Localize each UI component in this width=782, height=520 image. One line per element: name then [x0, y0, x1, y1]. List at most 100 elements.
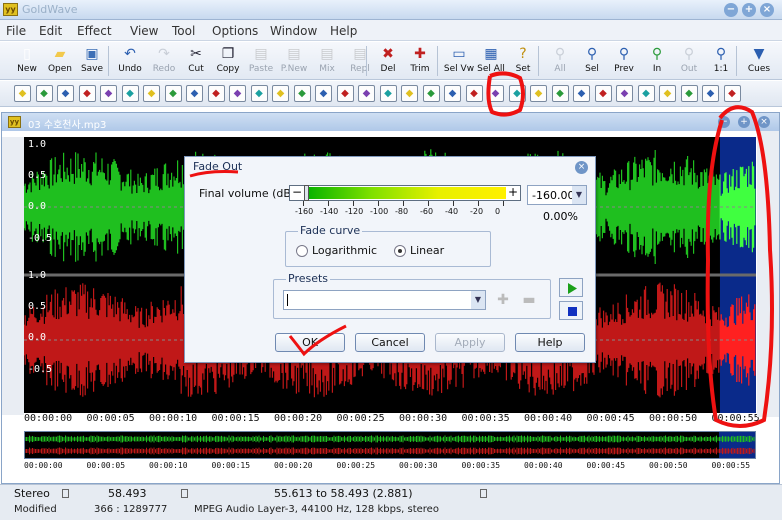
cut-toolbar-button[interactable]: ✂ Cut — [179, 44, 213, 78]
p-new-toolbar-button[interactable]: ▤ P.New — [277, 44, 311, 78]
cancel-button[interactable]: Cancel — [355, 333, 425, 352]
open-toolbar-button[interactable]: ▰ Open — [43, 44, 77, 78]
trim-toolbar-button[interactable]: ✚ Trim — [403, 44, 437, 78]
overview-axis-label: 00:00:45 — [586, 461, 626, 470]
time-axis-label: 00:00:00 — [24, 413, 73, 424]
volume-slider-thumb[interactable] — [304, 185, 309, 201]
doc-maximize-button[interactable]: + — [738, 116, 750, 128]
close-button[interactable]: × — [760, 3, 774, 17]
overview-waveform[interactable] — [24, 431, 756, 459]
final-volume-label: Final volume (dB): — [199, 187, 299, 200]
logarithmic-label[interactable]: Logarithmic — [312, 244, 377, 257]
menu-options[interactable]: Options — [212, 24, 258, 38]
linear-label[interactable]: Linear — [410, 244, 444, 257]
match-volume-icon[interactable]: ◆ — [508, 85, 526, 102]
final-volume-slider[interactable]: − + — [289, 185, 521, 201]
reverse-icon[interactable]: ◆ — [336, 85, 354, 102]
help-button[interactable]: Help — [515, 333, 585, 352]
paste-toolbar-button[interactable]: ▤ Paste — [244, 44, 278, 78]
spin-down-icon[interactable]: ▼ — [572, 186, 586, 204]
dialog-title: Fade Out — [193, 160, 243, 173]
overview-canvas[interactable] — [25, 432, 755, 458]
noise-reduction-icon[interactable]: ◆ — [551, 85, 569, 102]
preview-stop-button[interactable] — [559, 301, 583, 320]
presets-dropdown-icon[interactable]: ▼ — [471, 291, 485, 309]
apply-button[interactable]: Apply — [435, 333, 505, 352]
undo-toolbar-button[interactable]: ↶ Undo — [113, 44, 147, 78]
preview-play-button[interactable] — [559, 278, 583, 297]
pitch-icon[interactable]: ◆ — [272, 85, 289, 102]
spectrum-icon[interactable]: ◆ — [379, 85, 397, 102]
set-toolbar-button[interactable]: ? Set — [506, 44, 540, 78]
final-volume-spinbox[interactable]: -160.00 ▼ — [527, 185, 587, 205]
equalizer-icon[interactable]: ◆ — [100, 85, 117, 102]
offset-icon[interactable]: ◆ — [229, 85, 246, 102]
shape-volume-icon[interactable]: ◆ — [487, 85, 504, 102]
volume-increase-icon[interactable]: + — [507, 186, 519, 200]
linear-radio[interactable] — [394, 245, 406, 257]
reverb-icon[interactable]: ◆ — [315, 85, 332, 102]
prev-toolbar-button[interactable]: ⚲ Prev — [607, 44, 641, 78]
menu-view[interactable]: View — [130, 24, 158, 38]
clip-fix-icon[interactable]: ◆ — [573, 85, 590, 102]
save-toolbar-button[interactable]: ▣ Save — [75, 44, 109, 78]
pop-click-icon[interactable]: ◆ — [594, 85, 612, 102]
add-preset-icon[interactable]: ✚ — [495, 292, 511, 308]
pan-icon[interactable]: ◆ — [250, 85, 268, 102]
scale-tick — [303, 201, 304, 206]
menu-effect[interactable]: Effect — [77, 24, 112, 38]
final-volume-value[interactable]: -160.00 — [532, 189, 574, 202]
doppler-icon[interactable]: ◆ — [35, 85, 53, 102]
dialog-close-icon[interactable]: × — [575, 161, 588, 174]
maximize-icon[interactable]: ◆ — [530, 85, 547, 102]
vertical-scrollbar[interactable] — [757, 131, 779, 417]
ok-button[interactable]: OK — [275, 333, 345, 352]
filter-icon[interactable]: ◆ — [143, 85, 160, 102]
fade-out-icon[interactable]: ◆ — [465, 85, 483, 102]
volume-icon[interactable]: ◆ — [422, 85, 440, 102]
1-1-toolbar-button[interactable]: ⚲ 1:1 — [704, 44, 738, 78]
out-toolbar-button[interactable]: ⚲ Out — [672, 44, 706, 78]
redo-toolbar-button[interactable]: ↷ Redo — [147, 44, 181, 78]
cues-toolbar-button[interactable]: ▼ Cues — [742, 44, 776, 78]
menu-window[interactable]: Window — [270, 24, 317, 38]
cd-icon[interactable]: ◆ — [659, 85, 676, 102]
maximize-button[interactable]: + — [742, 3, 756, 17]
invert-icon[interactable]: ◆ — [186, 85, 203, 102]
copy-toolbar-button[interactable]: ❐ Copy — [211, 44, 245, 78]
channel-mixer-icon[interactable]: ◆ — [637, 85, 655, 102]
del-toolbar-button[interactable]: ✖ Del — [371, 44, 405, 78]
volume-decrease-icon[interactable]: − — [291, 186, 303, 200]
doc-close-button[interactable]: × — [758, 116, 770, 128]
dynamics-icon[interactable]: ◆ — [57, 85, 74, 102]
doc-minimize-button[interactable]: − — [718, 116, 730, 128]
mix-toolbar-button[interactable]: ▤ Mix — [310, 44, 344, 78]
sel-all-toolbar-button[interactable]: ▦ Sel All — [474, 44, 508, 78]
silence-icon[interactable]: ◆ — [358, 85, 375, 102]
sel-vw-toolbar-button[interactable]: ▭ Sel Vw — [442, 44, 476, 78]
all-toolbar-button[interactable]: ⚲ All — [543, 44, 577, 78]
presets-combo[interactable]: ▼ — [283, 290, 486, 310]
virus-icon[interactable]: ◆ — [702, 85, 719, 102]
sel-toolbar-button[interactable]: ⚲ Sel — [575, 44, 609, 78]
menu-edit[interactable]: Edit — [39, 24, 62, 38]
menu-help[interactable]: Help — [330, 24, 357, 38]
minimize-button[interactable]: − — [724, 3, 738, 17]
settings-icon[interactable]: ◆ — [723, 85, 741, 102]
echo-icon[interactable]: ◆ — [78, 85, 96, 102]
resample-icon[interactable]: ◆ — [293, 85, 311, 102]
remove-preset-icon[interactable]: ▬ — [521, 292, 537, 308]
fade-in-icon[interactable]: ◆ — [121, 85, 139, 102]
logarithmic-radio[interactable] — [296, 245, 308, 257]
warning-icon[interactable]: ◆ — [680, 85, 698, 102]
mechanize-icon[interactable]: ◆ — [207, 85, 225, 102]
menu-tool[interactable]: Tool — [172, 24, 195, 38]
fade-in-curve-icon[interactable]: ◆ — [444, 85, 461, 102]
hz-filter-icon[interactable]: ◆ — [616, 85, 633, 102]
auto-gain-icon[interactable]: ◆ — [14, 85, 31, 102]
in-toolbar-button[interactable]: ⚲ In — [640, 44, 674, 78]
new-toolbar-button[interactable]: ▯ New — [10, 44, 44, 78]
compressor-icon[interactable]: ◆ — [164, 85, 182, 102]
time-warp-icon[interactable]: ◆ — [401, 85, 418, 102]
menu-file[interactable]: File — [6, 24, 26, 38]
